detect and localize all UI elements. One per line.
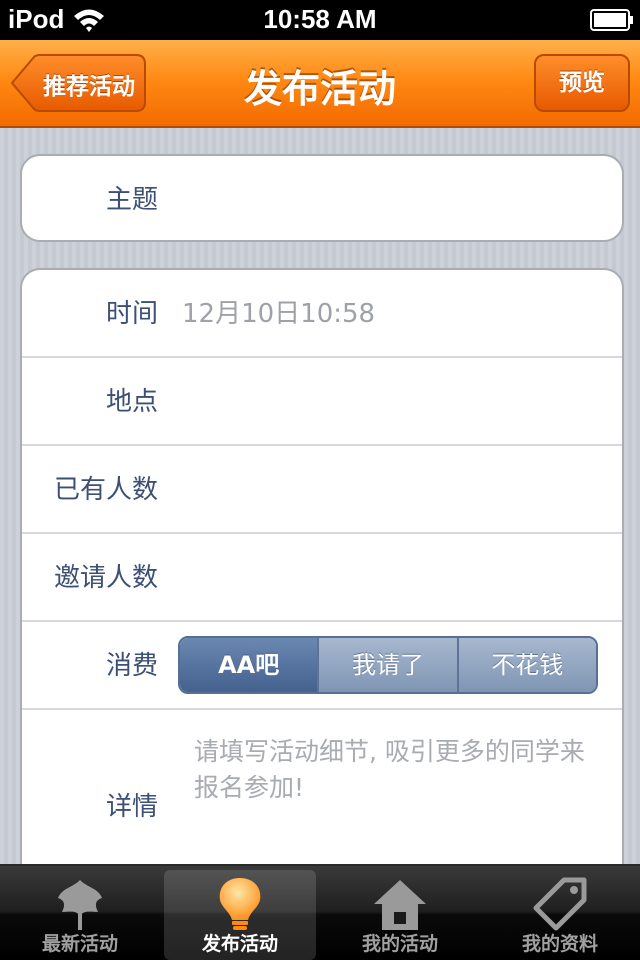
cost-segmented-control: AA吧 我请了 不花钱 bbox=[178, 636, 598, 694]
subject-label: 主题 bbox=[105, 185, 158, 215]
time-row[interactable]: 时间 12月10日10:58 bbox=[22, 270, 622, 358]
battery-icon bbox=[590, 9, 633, 31]
tab-my-activities[interactable]: 我的活动 bbox=[324, 870, 476, 960]
cost-option-treat[interactable]: 我请了 bbox=[317, 638, 457, 692]
tab-my-profile[interactable]: 我的资料 bbox=[484, 870, 636, 960]
tab-label: 最新活动 bbox=[41, 933, 118, 955]
tab-label: 发布活动 bbox=[201, 933, 278, 955]
cost-label: 消费 bbox=[105, 651, 158, 681]
tab-publish-activity[interactable]: 发布活动 bbox=[164, 870, 316, 960]
details-textarea[interactable]: 请填写活动细节, 吸引更多的同学来报名参加! bbox=[194, 734, 594, 806]
existing-count-label: 已有人数 bbox=[53, 475, 158, 505]
status-bar: iPod 10:58 AM bbox=[0, 0, 640, 40]
tab-label: 我的资料 bbox=[521, 933, 598, 955]
cost-row: 消费 AA吧 我请了 不花钱 bbox=[22, 622, 622, 710]
details-label: 详情 bbox=[105, 792, 158, 822]
nav-bar: 推荐活动 发布活动 预览 bbox=[0, 40, 640, 128]
subject-row[interactable]: 主题 bbox=[22, 156, 622, 240]
tab-latest-activities[interactable]: 最新活动 bbox=[4, 870, 156, 960]
home-icon bbox=[374, 880, 426, 930]
place-row[interactable]: 地点 bbox=[22, 358, 622, 446]
tab-label: 我的活动 bbox=[361, 933, 438, 955]
subject-card: 主题 bbox=[20, 154, 624, 242]
time-value: 12月10日10:58 bbox=[182, 299, 376, 329]
cost-option-aa[interactable]: AA吧 bbox=[180, 638, 318, 692]
invite-count-label: 邀请人数 bbox=[53, 563, 158, 593]
lightbulb-icon bbox=[219, 878, 261, 930]
preview-button[interactable]: 预览 bbox=[534, 54, 630, 112]
activity-form-card: 时间 12月10日10:58 地点 已有人数 邀请人数 消费 AA吧 我请了 不… bbox=[20, 268, 624, 908]
status-time: 10:58 AM bbox=[263, 4, 377, 34]
tag-icon bbox=[533, 877, 587, 931]
place-label: 地点 bbox=[105, 387, 158, 417]
existing-count-row[interactable]: 已有人数 bbox=[22, 446, 622, 534]
time-label: 时间 bbox=[105, 299, 158, 329]
tab-bar: 最新活动 发布活动 我的活动 我的资料 bbox=[0, 864, 640, 960]
cost-option-free[interactable]: 不花钱 bbox=[456, 638, 596, 692]
leaf-icon bbox=[58, 880, 102, 930]
invite-count-row[interactable]: 邀请人数 bbox=[22, 534, 622, 622]
